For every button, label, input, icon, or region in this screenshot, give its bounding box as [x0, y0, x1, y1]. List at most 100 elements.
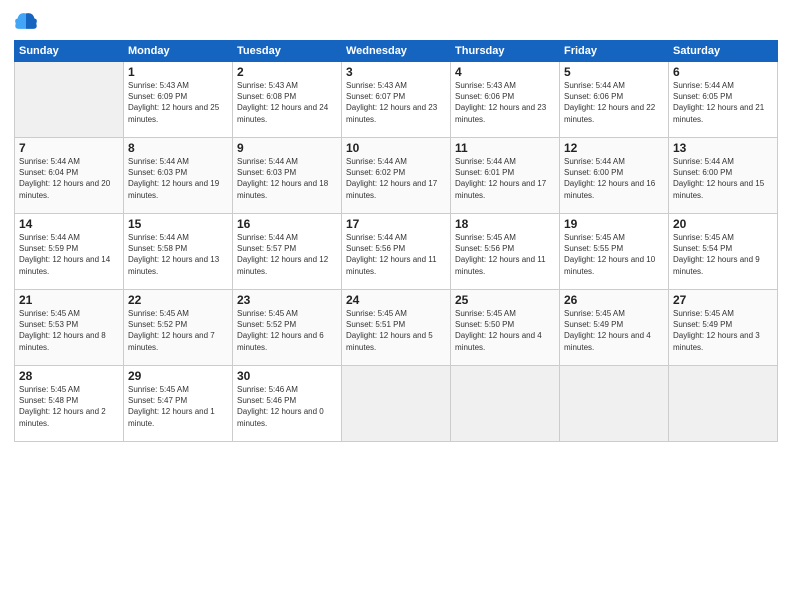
day-header-wednesday: Wednesday	[342, 41, 451, 62]
day-number: 27	[673, 293, 773, 307]
day-number: 11	[455, 141, 555, 155]
day-number: 3	[346, 65, 446, 79]
day-info: Sunrise: 5:45 AMSunset: 5:54 PMDaylight:…	[673, 232, 773, 277]
day-header-tuesday: Tuesday	[233, 41, 342, 62]
day-number: 23	[237, 293, 337, 307]
day-info: Sunrise: 5:43 AMSunset: 6:07 PMDaylight:…	[346, 80, 446, 125]
calendar-cell: 10Sunrise: 5:44 AMSunset: 6:02 PMDayligh…	[342, 138, 451, 214]
day-number: 8	[128, 141, 228, 155]
day-number: 25	[455, 293, 555, 307]
calendar-cell	[451, 366, 560, 442]
day-header-monday: Monday	[124, 41, 233, 62]
day-info: Sunrise: 5:45 AMSunset: 5:51 PMDaylight:…	[346, 308, 446, 353]
day-number: 26	[564, 293, 664, 307]
calendar-cell: 5Sunrise: 5:44 AMSunset: 6:06 PMDaylight…	[560, 62, 669, 138]
day-info: Sunrise: 5:45 AMSunset: 5:55 PMDaylight:…	[564, 232, 664, 277]
day-info: Sunrise: 5:44 AMSunset: 6:05 PMDaylight:…	[673, 80, 773, 125]
logo-icon	[14, 10, 38, 34]
calendar-cell	[342, 366, 451, 442]
day-info: Sunrise: 5:43 AMSunset: 6:08 PMDaylight:…	[237, 80, 337, 125]
day-number: 12	[564, 141, 664, 155]
page: SundayMondayTuesdayWednesdayThursdayFrid…	[0, 0, 792, 612]
day-header-thursday: Thursday	[451, 41, 560, 62]
day-number: 9	[237, 141, 337, 155]
calendar-cell	[15, 62, 124, 138]
day-info: Sunrise: 5:43 AMSunset: 6:09 PMDaylight:…	[128, 80, 228, 125]
day-number: 18	[455, 217, 555, 231]
logo	[14, 10, 42, 34]
calendar-cell: 16Sunrise: 5:44 AMSunset: 5:57 PMDayligh…	[233, 214, 342, 290]
calendar-cell: 30Sunrise: 5:46 AMSunset: 5:46 PMDayligh…	[233, 366, 342, 442]
calendar-cell: 7Sunrise: 5:44 AMSunset: 6:04 PMDaylight…	[15, 138, 124, 214]
day-number: 10	[346, 141, 446, 155]
header	[14, 10, 778, 34]
day-number: 21	[19, 293, 119, 307]
day-header-sunday: Sunday	[15, 41, 124, 62]
week-row-3: 21Sunrise: 5:45 AMSunset: 5:53 PMDayligh…	[15, 290, 778, 366]
day-info: Sunrise: 5:44 AMSunset: 5:57 PMDaylight:…	[237, 232, 337, 277]
calendar-cell	[560, 366, 669, 442]
day-info: Sunrise: 5:45 AMSunset: 5:50 PMDaylight:…	[455, 308, 555, 353]
calendar-cell: 15Sunrise: 5:44 AMSunset: 5:58 PMDayligh…	[124, 214, 233, 290]
day-info: Sunrise: 5:44 AMSunset: 6:03 PMDaylight:…	[237, 156, 337, 201]
calendar-cell: 13Sunrise: 5:44 AMSunset: 6:00 PMDayligh…	[669, 138, 778, 214]
day-number: 24	[346, 293, 446, 307]
calendar-cell: 17Sunrise: 5:44 AMSunset: 5:56 PMDayligh…	[342, 214, 451, 290]
calendar-cell: 14Sunrise: 5:44 AMSunset: 5:59 PMDayligh…	[15, 214, 124, 290]
calendar-cell: 19Sunrise: 5:45 AMSunset: 5:55 PMDayligh…	[560, 214, 669, 290]
calendar-cell: 20Sunrise: 5:45 AMSunset: 5:54 PMDayligh…	[669, 214, 778, 290]
calendar-table: SundayMondayTuesdayWednesdayThursdayFrid…	[14, 40, 778, 442]
day-number: 17	[346, 217, 446, 231]
day-info: Sunrise: 5:45 AMSunset: 5:56 PMDaylight:…	[455, 232, 555, 277]
week-row-1: 7Sunrise: 5:44 AMSunset: 6:04 PMDaylight…	[15, 138, 778, 214]
day-info: Sunrise: 5:43 AMSunset: 6:06 PMDaylight:…	[455, 80, 555, 125]
day-info: Sunrise: 5:44 AMSunset: 6:02 PMDaylight:…	[346, 156, 446, 201]
calendar-cell: 21Sunrise: 5:45 AMSunset: 5:53 PMDayligh…	[15, 290, 124, 366]
day-number: 2	[237, 65, 337, 79]
calendar-cell: 9Sunrise: 5:44 AMSunset: 6:03 PMDaylight…	[233, 138, 342, 214]
calendar-cell: 28Sunrise: 5:45 AMSunset: 5:48 PMDayligh…	[15, 366, 124, 442]
day-info: Sunrise: 5:44 AMSunset: 6:00 PMDaylight:…	[673, 156, 773, 201]
day-number: 14	[19, 217, 119, 231]
calendar-cell: 12Sunrise: 5:44 AMSunset: 6:00 PMDayligh…	[560, 138, 669, 214]
calendar-cell: 23Sunrise: 5:45 AMSunset: 5:52 PMDayligh…	[233, 290, 342, 366]
day-info: Sunrise: 5:44 AMSunset: 6:00 PMDaylight:…	[564, 156, 664, 201]
day-number: 6	[673, 65, 773, 79]
calendar-cell: 25Sunrise: 5:45 AMSunset: 5:50 PMDayligh…	[451, 290, 560, 366]
calendar-cell: 6Sunrise: 5:44 AMSunset: 6:05 PMDaylight…	[669, 62, 778, 138]
calendar-cell: 3Sunrise: 5:43 AMSunset: 6:07 PMDaylight…	[342, 62, 451, 138]
day-header-friday: Friday	[560, 41, 669, 62]
week-row-0: 1Sunrise: 5:43 AMSunset: 6:09 PMDaylight…	[15, 62, 778, 138]
calendar-cell: 22Sunrise: 5:45 AMSunset: 5:52 PMDayligh…	[124, 290, 233, 366]
calendar-cell: 18Sunrise: 5:45 AMSunset: 5:56 PMDayligh…	[451, 214, 560, 290]
day-number: 1	[128, 65, 228, 79]
calendar-cell: 4Sunrise: 5:43 AMSunset: 6:06 PMDaylight…	[451, 62, 560, 138]
day-number: 4	[455, 65, 555, 79]
day-info: Sunrise: 5:44 AMSunset: 6:03 PMDaylight:…	[128, 156, 228, 201]
week-row-4: 28Sunrise: 5:45 AMSunset: 5:48 PMDayligh…	[15, 366, 778, 442]
calendar-cell: 26Sunrise: 5:45 AMSunset: 5:49 PMDayligh…	[560, 290, 669, 366]
calendar-cell: 11Sunrise: 5:44 AMSunset: 6:01 PMDayligh…	[451, 138, 560, 214]
day-number: 20	[673, 217, 773, 231]
day-number: 15	[128, 217, 228, 231]
day-number: 28	[19, 369, 119, 383]
day-number: 19	[564, 217, 664, 231]
calendar-cell: 29Sunrise: 5:45 AMSunset: 5:47 PMDayligh…	[124, 366, 233, 442]
day-number: 7	[19, 141, 119, 155]
day-number: 5	[564, 65, 664, 79]
calendar-cell: 1Sunrise: 5:43 AMSunset: 6:09 PMDaylight…	[124, 62, 233, 138]
calendar-cell: 27Sunrise: 5:45 AMSunset: 5:49 PMDayligh…	[669, 290, 778, 366]
day-info: Sunrise: 5:45 AMSunset: 5:47 PMDaylight:…	[128, 384, 228, 429]
day-header-saturday: Saturday	[669, 41, 778, 62]
day-info: Sunrise: 5:45 AMSunset: 5:53 PMDaylight:…	[19, 308, 119, 353]
day-info: Sunrise: 5:45 AMSunset: 5:49 PMDaylight:…	[673, 308, 773, 353]
day-info: Sunrise: 5:44 AMSunset: 6:06 PMDaylight:…	[564, 80, 664, 125]
day-number: 30	[237, 369, 337, 383]
day-number: 29	[128, 369, 228, 383]
day-info: Sunrise: 5:46 AMSunset: 5:46 PMDaylight:…	[237, 384, 337, 429]
day-info: Sunrise: 5:45 AMSunset: 5:49 PMDaylight:…	[564, 308, 664, 353]
calendar-cell	[669, 366, 778, 442]
day-info: Sunrise: 5:45 AMSunset: 5:52 PMDaylight:…	[128, 308, 228, 353]
day-info: Sunrise: 5:44 AMSunset: 5:59 PMDaylight:…	[19, 232, 119, 277]
calendar-cell: 2Sunrise: 5:43 AMSunset: 6:08 PMDaylight…	[233, 62, 342, 138]
